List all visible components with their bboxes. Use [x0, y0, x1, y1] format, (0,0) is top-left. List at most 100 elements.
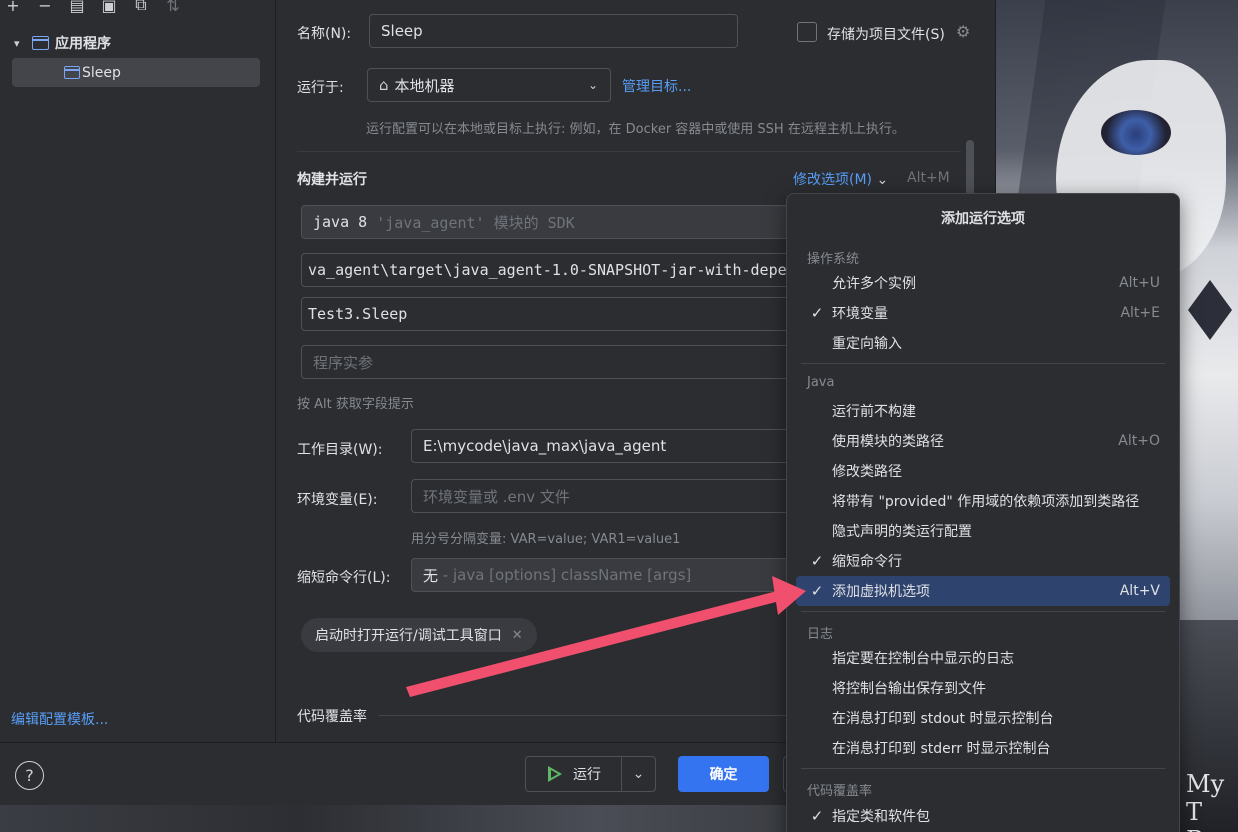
- wallpaper-jewel: [1188, 280, 1232, 340]
- application-icon: [64, 66, 80, 79]
- alt-hint: 按 Alt 获取字段提示: [297, 397, 414, 412]
- store-project-checkbox[interactable]: [797, 22, 817, 42]
- chevron-down-icon: ⌄: [587, 78, 598, 92]
- popup-option-item[interactable]: ✓ 环境变量 Alt+E: [796, 298, 1170, 328]
- help-button[interactable]: ?: [15, 761, 44, 790]
- workdir-input[interactable]: E:\mycode\java_max\java_agent: [411, 429, 801, 463]
- sort-icon[interactable]: ⇅: [164, 0, 182, 15]
- manage-targets-link[interactable]: 管理目标...: [622, 76, 691, 96]
- popup-option-item[interactable]: ✓ 添加虚拟机选项 Alt+V: [796, 576, 1170, 606]
- build-run-title: 构建并运行: [297, 172, 367, 188]
- open-tool-window-chip[interactable]: 启动时打开运行/调试工具窗口 ✕: [301, 618, 537, 652]
- env-input[interactable]: 环境变量或 .env 文件: [411, 479, 801, 513]
- sdk-select[interactable]: java 8 'java_agent' 模块的 SDK: [301, 205, 801, 239]
- popup-group-header: 操作系统: [807, 252, 860, 267]
- option-label: 环境变量: [832, 306, 888, 322]
- option-shortcut: Alt+O: [1118, 433, 1160, 449]
- run-on-hint: 运行配置可以在本地或目标上执行: 例如，在 Docker 容器中或使用 SSH …: [366, 122, 905, 137]
- run-on-select[interactable]: ⌂ 本地机器 ⌄: [367, 68, 611, 102]
- popup-option-item[interactable]: 使用模块的类路径 Alt+O: [796, 426, 1170, 456]
- env-label: 环境变量(E):: [297, 492, 378, 508]
- application-icon: [32, 36, 49, 50]
- option-label: 将带有 "provided" 作用域的依赖项添加到类路径: [832, 494, 1140, 510]
- shorten-label: 缩短命令行(L):: [297, 570, 391, 586]
- option-label: 指定类和软件包: [832, 809, 930, 825]
- run-on-label: 运行于:: [297, 80, 344, 96]
- popup-option-item[interactable]: 指定要在控制台中显示的日志: [796, 643, 1170, 673]
- popup-separator: [801, 768, 1165, 769]
- config-tree-panel: + − ▤ ▣ ⧉ ⇅ ▾ 应用程序 Sleep 编辑配置模板...: [0, 0, 276, 742]
- program-args-input[interactable]: 程序实参: [301, 345, 801, 379]
- option-label: 添加虚拟机选项: [832, 584, 930, 600]
- option-label: 运行前不构建: [832, 404, 916, 420]
- option-label: 在消息打印到 stderr 时显示控制台: [832, 741, 1051, 757]
- option-label: 隐式声明的类运行配置: [832, 524, 972, 540]
- option-shortcut: Alt+V: [1119, 583, 1160, 599]
- tree-node-label: 应用程序: [55, 36, 111, 52]
- option-label: 允许多个实例: [832, 276, 916, 292]
- popup-option-item[interactable]: 在消息打印到 stderr 时显示控制台: [796, 733, 1170, 763]
- home-icon: ⌂: [379, 76, 389, 94]
- popup-option-item[interactable]: ✓ 缩短命令行: [796, 546, 1170, 576]
- chip-label: 启动时打开运行/调试工具窗口: [315, 628, 502, 644]
- store-project-label: 存储为项目文件(S): [827, 27, 945, 43]
- run-dropdown-button[interactable]: ⌄: [622, 766, 655, 782]
- option-label: 缩短命令行: [832, 554, 902, 570]
- tree-node-application[interactable]: ▾ 应用程序: [14, 32, 111, 54]
- coverage-title: 代码覆盖率: [297, 709, 367, 725]
- tree-node-label: Sleep: [82, 64, 121, 81]
- popup-option-item[interactable]: 运行前不构建: [796, 396, 1170, 426]
- plus-icon[interactable]: +: [4, 0, 22, 15]
- popup-option-item[interactable]: 在消息打印到 stdout 时显示控制台: [796, 703, 1170, 733]
- name-input[interactable]: Sleep: [369, 14, 738, 48]
- option-label: 将控制台输出保存到文件: [832, 681, 986, 697]
- copy-icon[interactable]: ▤: [68, 0, 86, 15]
- popup-option-item[interactable]: 修改类路径: [796, 456, 1170, 486]
- gear-icon[interactable]: ⚙: [956, 22, 970, 41]
- popup-option-item[interactable]: 重定向输入: [796, 328, 1170, 358]
- sdk-hint: 'java_agent' 模块的 SDK: [376, 213, 575, 232]
- add-run-options-popup: 添加运行选项 操作系统 允许多个实例 Alt+U ✓ 环境变量 Alt+E 重定向输入 Jav…: [786, 193, 1180, 832]
- checkmark-icon: ✓: [810, 582, 824, 600]
- option-label: 修改类路径: [832, 464, 902, 480]
- close-icon[interactable]: ✕: [512, 628, 523, 643]
- chevron-down-icon[interactable]: ▾: [14, 37, 26, 50]
- env-hint: 用分号分隔变量: VAR=value; VAR1=value1: [411, 532, 681, 547]
- save-icon[interactable]: ▣: [100, 0, 118, 15]
- modify-options-link[interactable]: 修改选项(M) ⌄: [793, 169, 888, 189]
- shorten-select[interactable]: 无 - java [options] className [args]: [411, 558, 801, 592]
- chevron-down-icon: ⌄: [632, 766, 645, 782]
- option-label: 在消息打印到 stdout 时显示控制台: [832, 711, 1054, 727]
- minus-icon[interactable]: −: [36, 0, 54, 15]
- workdir-label: 工作目录(W):: [297, 442, 383, 458]
- run-button[interactable]: 运行: [526, 757, 622, 791]
- popup-option-item[interactable]: 允许多个实例 Alt+U: [796, 268, 1170, 298]
- folder-add-icon[interactable]: ⧉: [132, 0, 150, 14]
- edit-templates-link[interactable]: 编辑配置模板...: [11, 709, 108, 729]
- popup-separator: [801, 611, 1165, 612]
- checkmark-icon: ✓: [810, 304, 824, 322]
- popup-option-item[interactable]: 将控制台输出保存到文件: [796, 673, 1170, 703]
- run-button-group: 运行 ⌄: [525, 756, 656, 792]
- coverage-divider: [379, 715, 789, 716]
- name-label: 名称(N):: [297, 26, 352, 42]
- option-label: 重定向输入: [832, 336, 902, 352]
- sdk-value: java 8: [313, 213, 368, 231]
- popup-option-item[interactable]: ✓ 指定类和软件包: [796, 801, 1170, 831]
- option-label: 指定要在控制台中显示的日志: [832, 651, 1014, 667]
- checkmark-icon: ✓: [810, 552, 824, 570]
- ok-button[interactable]: 确定: [678, 756, 769, 792]
- wallpaper-eye: [1101, 110, 1171, 155]
- modify-shortcut: Alt+M: [907, 170, 950, 186]
- jar-path-input[interactable]: va_agent\target\java_agent-1.0-SNAPSHOT-…: [301, 253, 801, 287]
- popup-option-item[interactable]: 将带有 "provided" 作用域的依赖项添加到类路径: [796, 486, 1170, 516]
- popup-option-item[interactable]: 隐式声明的类运行配置: [796, 516, 1170, 546]
- main-class-input[interactable]: Test3.Sleep: [301, 297, 801, 331]
- popup-title: 添加运行选项: [941, 211, 1025, 227]
- run-label: 运行: [573, 767, 601, 783]
- divider: [297, 151, 961, 152]
- popup-group-header: Java: [807, 375, 835, 390]
- form-scrollbar[interactable]: [966, 140, 974, 200]
- tree-node-sleep[interactable]: Sleep: [12, 58, 260, 87]
- option-shortcut: Alt+U: [1119, 275, 1160, 291]
